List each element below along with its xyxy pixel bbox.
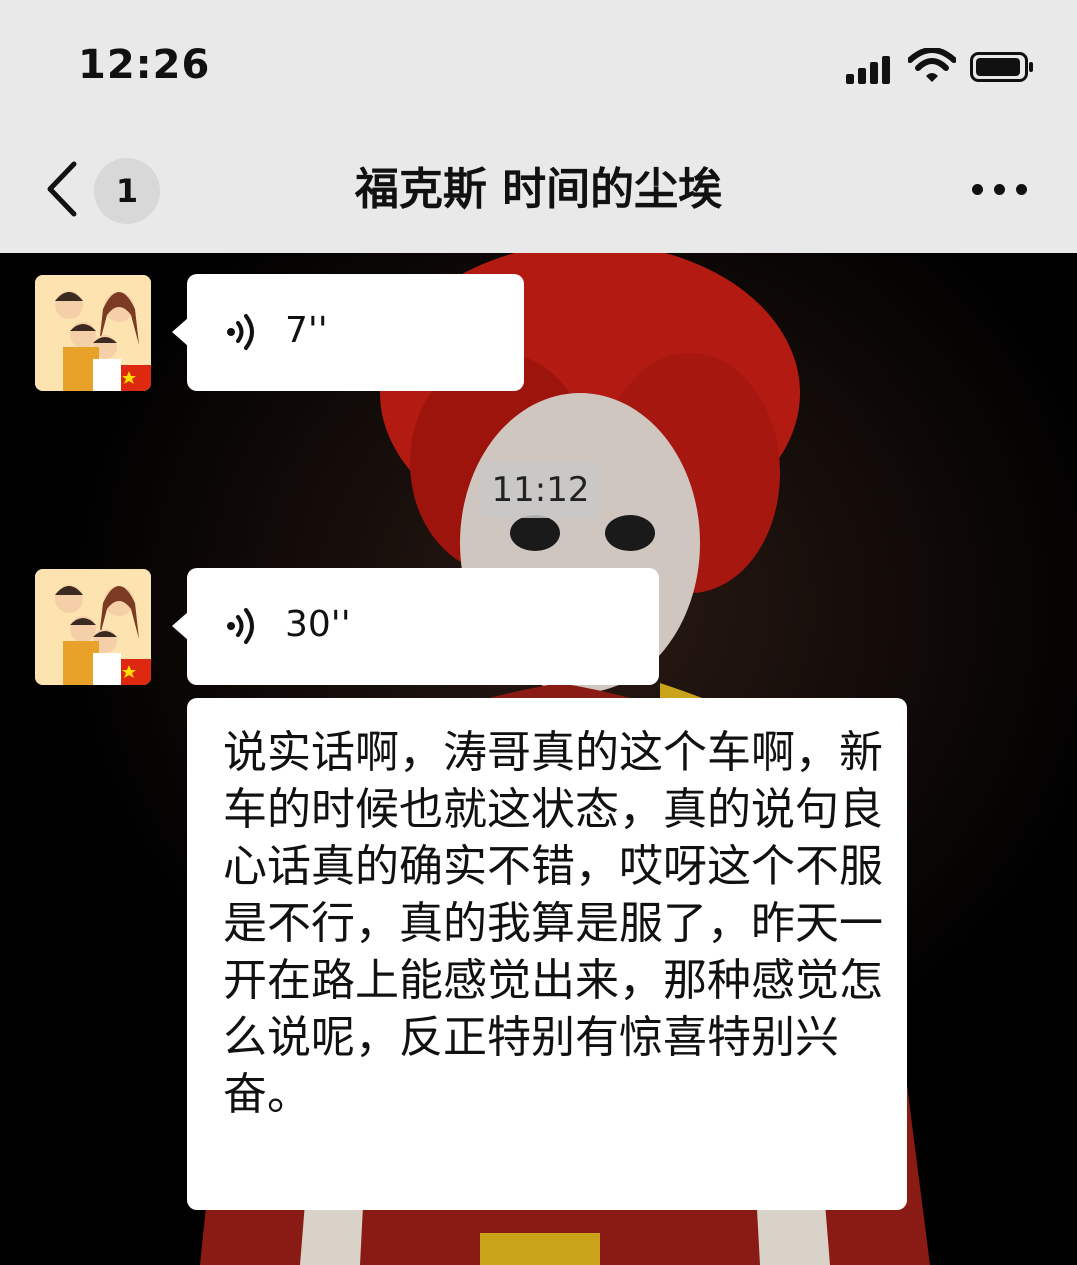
status-bar: 12:26 — [0, 0, 1077, 125]
status-time: 12:26 — [78, 42, 211, 88]
message-timestamp: 11:12 — [481, 462, 600, 518]
voice-icon — [227, 314, 254, 350]
chat-title: 福克斯 时间的尘埃 — [354, 164, 723, 215]
voice-icon — [227, 608, 254, 644]
avatar[interactable] — [35, 275, 151, 391]
avatar[interactable] — [35, 569, 151, 685]
signal-icon — [846, 54, 896, 84]
battery-icon — [970, 52, 1033, 82]
voice-message[interactable]: 30'' — [172, 568, 659, 685]
more-icon[interactable] — [972, 180, 1028, 200]
voice-transcript-text: 说实话啊，涛哥真的这个车啊，新车的时候也就这状态，真的说句良心话真的确实不错，哎… — [223, 727, 883, 1120]
wifi-icon — [908, 48, 956, 82]
voice-message[interactable]: 7'' — [172, 274, 524, 391]
voice-transcript-bubble[interactable]: 说实话啊，涛哥真的这个车啊，新车的时候也就这状态，真的说句良心话真的确实不错，哎… — [187, 698, 907, 1210]
voice-duration: 7'' — [285, 310, 328, 351]
voice-duration: 30'' — [285, 604, 351, 645]
